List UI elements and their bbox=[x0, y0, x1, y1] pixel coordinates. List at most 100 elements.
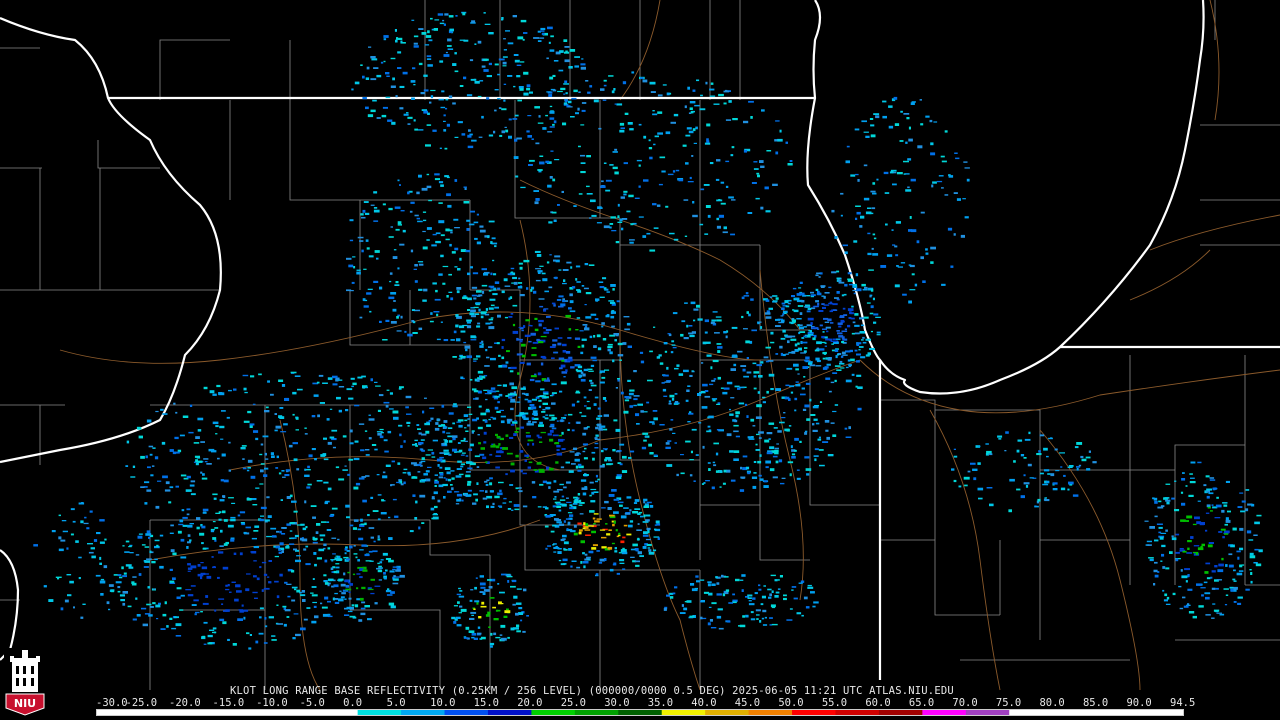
echo-pixel bbox=[253, 430, 259, 433]
echo-pixel bbox=[797, 373, 800, 375]
echo-pixel bbox=[617, 215, 620, 219]
echo-pixel bbox=[614, 547, 617, 550]
echo-pixel bbox=[264, 458, 269, 460]
echo-pixel bbox=[479, 229, 486, 233]
echo-pixel bbox=[434, 173, 440, 176]
echo-pixel bbox=[892, 183, 897, 186]
echo-pixel bbox=[251, 537, 257, 540]
echo-pixel bbox=[666, 92, 670, 96]
echo-pixel bbox=[855, 273, 859, 277]
echo-pixel bbox=[195, 463, 199, 466]
echo-pixel bbox=[589, 481, 594, 484]
echo-pixel bbox=[582, 450, 586, 453]
echo-pixel bbox=[597, 423, 602, 427]
echo-pixel bbox=[584, 327, 590, 331]
echo-pixel bbox=[418, 442, 424, 445]
echo-pixel bbox=[307, 465, 310, 469]
echo-pixel bbox=[553, 546, 560, 549]
echo-pixel bbox=[1248, 539, 1254, 541]
echo-pixel bbox=[318, 548, 325, 552]
echo-pixel bbox=[741, 477, 745, 479]
echo-pixel bbox=[563, 520, 566, 523]
echo-pixel bbox=[867, 252, 872, 256]
echo-pixel bbox=[1179, 548, 1184, 550]
echo-pixel bbox=[471, 633, 477, 636]
echo-pixel bbox=[520, 469, 523, 473]
echo-pixel bbox=[758, 588, 762, 591]
echo-pixel bbox=[515, 487, 519, 490]
echo-pixel bbox=[482, 456, 487, 460]
echo-pixel bbox=[674, 442, 677, 444]
echo-pixel bbox=[783, 412, 786, 414]
echo-pixel bbox=[810, 591, 815, 594]
echo-pixel bbox=[356, 587, 359, 590]
echo-pixel bbox=[621, 551, 628, 555]
echo-pixel bbox=[357, 559, 360, 562]
echo-pixel bbox=[462, 296, 468, 300]
echo-pixel bbox=[492, 417, 497, 420]
echo-pixel bbox=[1164, 497, 1170, 499]
echo-pixel bbox=[374, 448, 378, 451]
echo-pixel bbox=[728, 602, 733, 604]
echo-pixel bbox=[833, 309, 838, 311]
echo-pixel bbox=[853, 283, 857, 287]
echo-pixel bbox=[397, 224, 402, 226]
echo-pixel bbox=[715, 452, 719, 456]
echo-pixel bbox=[265, 406, 269, 409]
echo-pixel bbox=[228, 389, 232, 392]
echo-pixel bbox=[563, 541, 569, 545]
echo-pixel bbox=[1236, 550, 1241, 553]
echo-pixel bbox=[662, 84, 667, 86]
echo-pixel bbox=[250, 551, 256, 553]
echo-pixel bbox=[777, 138, 783, 142]
echo-pixel bbox=[164, 489, 171, 492]
echo-pixel bbox=[667, 173, 674, 176]
echo-pixel bbox=[376, 117, 381, 119]
echo-pixel bbox=[781, 477, 786, 479]
echo-pixel bbox=[601, 536, 607, 539]
echo-pixel bbox=[490, 304, 495, 307]
echo-pixel bbox=[1222, 502, 1228, 504]
echo-pixel bbox=[1020, 495, 1025, 499]
echo-pixel bbox=[733, 363, 737, 367]
colorbar-tick-label: 94.5 bbox=[1170, 697, 1196, 709]
echo-pixel bbox=[1055, 470, 1060, 472]
echo-pixel bbox=[722, 231, 728, 234]
echo-pixel bbox=[810, 414, 816, 416]
echo-pixel bbox=[1187, 574, 1190, 577]
echo-pixel bbox=[489, 645, 493, 648]
echo-pixel bbox=[459, 590, 463, 592]
echo-pixel bbox=[488, 285, 495, 288]
echo-pixel bbox=[607, 507, 612, 510]
echo-pixel bbox=[782, 353, 786, 357]
echo-pixel bbox=[796, 469, 800, 471]
echo-pixel bbox=[330, 567, 334, 570]
echo-pixel bbox=[479, 591, 484, 593]
echo-pixel bbox=[543, 396, 549, 399]
echo-pixel bbox=[201, 542, 204, 545]
echo-pixel bbox=[479, 225, 484, 228]
echo-pixel bbox=[531, 347, 537, 349]
echo-pixel bbox=[812, 429, 818, 432]
echo-pixel bbox=[590, 488, 597, 491]
echo-pixel bbox=[465, 249, 471, 253]
echo-pixel bbox=[434, 474, 438, 476]
echo-pixel bbox=[701, 483, 705, 485]
echo-pixel bbox=[748, 600, 752, 602]
echo-pixel bbox=[291, 599, 296, 602]
echo-pixel bbox=[694, 104, 700, 107]
echo-pixel bbox=[316, 557, 322, 560]
echo-pixel bbox=[514, 431, 519, 433]
echo-pixel bbox=[477, 370, 484, 374]
echo-pixel bbox=[595, 474, 598, 478]
echo-pixel bbox=[568, 100, 572, 104]
echo-pixel bbox=[1245, 508, 1249, 512]
echo-pixel bbox=[716, 593, 722, 596]
echo-pixel bbox=[490, 272, 493, 276]
echo-pixel bbox=[502, 447, 508, 450]
echo-pixel bbox=[296, 589, 300, 593]
echo-pixel bbox=[711, 379, 716, 382]
echo-pixel bbox=[780, 352, 783, 356]
echo-pixel bbox=[1239, 547, 1244, 551]
echo-pixel bbox=[256, 577, 260, 581]
